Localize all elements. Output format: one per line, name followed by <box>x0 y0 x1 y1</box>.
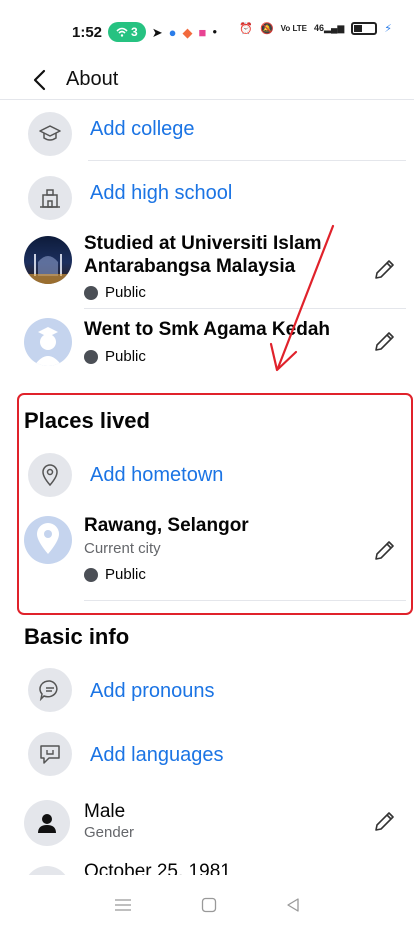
section-title-basic-info: Basic info <box>24 624 130 649</box>
current-city-subtitle: Current city <box>84 540 161 557</box>
current-city-title: Rawang, Selangor <box>84 515 249 536</box>
location-pin-icon <box>28 453 72 497</box>
add-hometown-link[interactable]: Add hometown <box>90 464 223 487</box>
gender-value: Male <box>84 801 126 822</box>
pencil-icon <box>375 812 394 831</box>
gender-item: Male Gender <box>0 794 414 854</box>
add-pronouns-link[interactable]: Add pronouns <box>90 680 215 703</box>
add-pronouns-row[interactable]: Add pronouns <box>0 668 414 720</box>
add-languages-link[interactable]: Add languages <box>90 744 223 767</box>
globe-icon <box>84 567 98 582</box>
add-languages-row[interactable]: Add languages <box>0 730 414 786</box>
pencil-icon <box>375 541 394 560</box>
edit-button[interactable] <box>372 537 398 563</box>
person-icon <box>24 800 70 846</box>
edit-button[interactable] <box>372 808 398 834</box>
home-nav-button[interactable] <box>201 897 217 918</box>
add-hometown-row[interactable]: Add hometown <box>0 450 414 502</box>
menu-icon <box>115 899 132 911</box>
divider <box>84 600 406 601</box>
back-nav-button[interactable] <box>286 897 300 918</box>
privacy-public: Public <box>84 566 146 583</box>
current-city-item: Rawang, Selangor Current city Public <box>0 512 414 601</box>
menu-nav-button[interactable] <box>114 898 132 917</box>
language-bubble-icon <box>28 732 72 776</box>
back-triangle-icon <box>286 898 299 912</box>
city-placeholder-avatar <box>24 516 72 564</box>
speech-bubble-icon <box>28 668 72 712</box>
home-square-icon <box>201 897 217 913</box>
section-title-places-lived: Places lived <box>24 408 150 433</box>
gender-label: Gender <box>84 824 135 841</box>
system-navigation-bar <box>0 884 414 931</box>
